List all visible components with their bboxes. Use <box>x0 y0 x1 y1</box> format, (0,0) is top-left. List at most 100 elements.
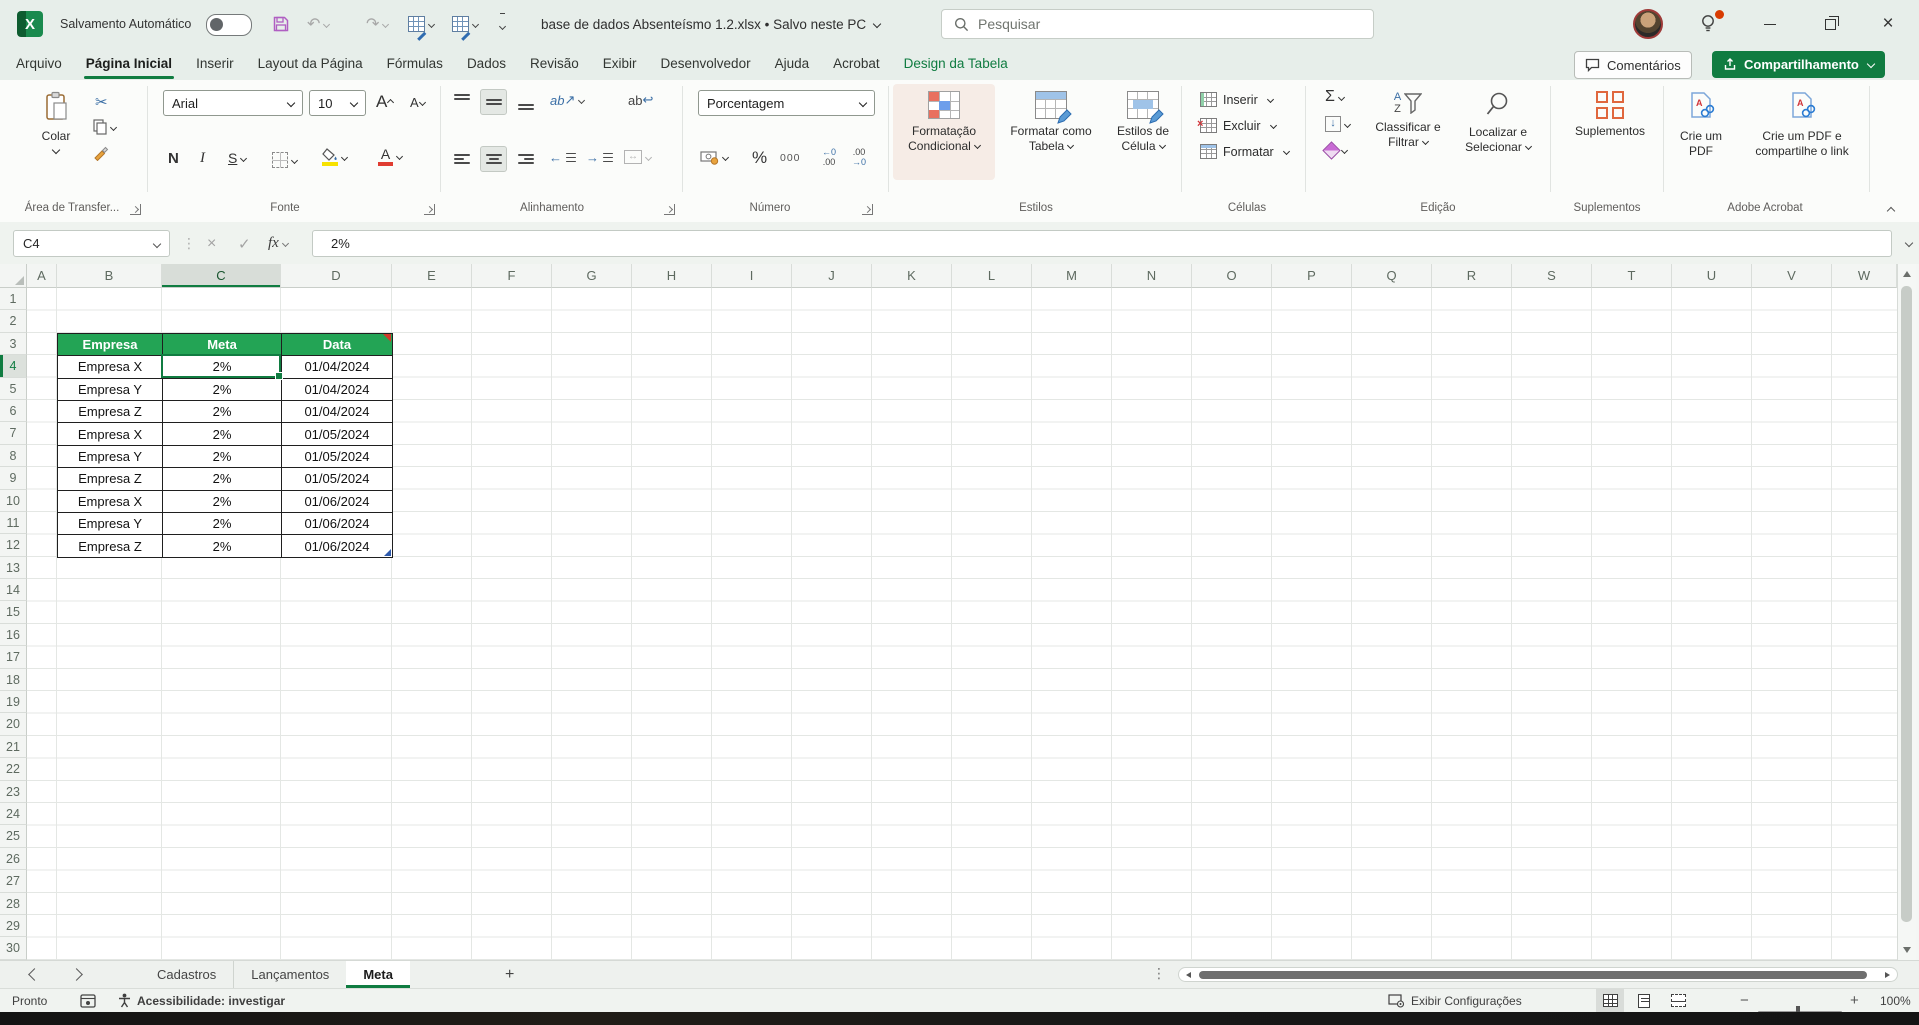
macro-record-button[interactable] <box>80 989 96 1012</box>
table-cell[interactable]: 2% <box>163 379 282 401</box>
sheet-tab-cadastros[interactable]: Cadastros <box>140 961 233 988</box>
autosave-toggle[interactable] <box>206 14 252 36</box>
copy-button[interactable] <box>93 119 116 135</box>
collapse-ribbon-icon[interactable] <box>1887 207 1895 215</box>
column-header-M[interactable]: M <box>1032 264 1112 288</box>
column-header-P[interactable]: P <box>1272 264 1352 288</box>
table-cell[interactable]: 01/06/2024 <box>282 535 393 557</box>
column-header-H[interactable]: H <box>632 264 712 288</box>
prev-sheet-icon[interactable] <box>28 968 41 981</box>
ribbon-tab-arquivo[interactable]: Arquivo <box>4 48 74 80</box>
table-cell[interactable]: 2% <box>163 513 282 535</box>
table-cell[interactable]: 2% <box>163 423 282 445</box>
page-break-view-button[interactable] <box>1664 989 1692 1012</box>
row-header-2[interactable]: 2 <box>0 310 27 332</box>
row-header-25[interactable]: 25 <box>0 825 27 847</box>
undo-dropdown-icon[interactable] <box>323 20 330 27</box>
ribbon-tab-revisão[interactable]: Revisão <box>518 48 591 80</box>
scroll-left-icon[interactable] <box>1186 972 1191 978</box>
column-header-W[interactable]: W <box>1832 264 1897 288</box>
scroll-down-icon[interactable] <box>1903 947 1911 953</box>
chevron-down-icon[interactable] <box>1283 148 1290 155</box>
table-cell[interactable]: 01/05/2024 <box>282 423 393 445</box>
autosum-button[interactable]: Σ <box>1325 88 1344 106</box>
table-cell[interactable]: 2% <box>163 446 282 468</box>
addins-button[interactable]: Suplementos <box>1562 84 1658 180</box>
delete-cells-button[interactable]: ×Excluir <box>1200 118 1276 133</box>
row-header-1[interactable]: 1 <box>0 288 27 310</box>
row-header-3[interactable]: 3 <box>0 333 27 355</box>
chevron-down-icon[interactable] <box>1267 96 1274 103</box>
cancel-entry-button[interactable]: × <box>207 230 216 257</box>
scroll-right-icon[interactable] <box>1885 972 1890 978</box>
table-cell[interactable]: Empresa Z <box>58 535 163 557</box>
chevron-down-icon[interactable] <box>282 240 289 247</box>
column-header-C[interactable]: C <box>162 264 281 288</box>
column-header-Q[interactable]: Q <box>1352 264 1432 288</box>
row-header-13[interactable]: 13 <box>0 557 27 579</box>
scroll-up-icon[interactable] <box>1903 271 1911 277</box>
chevron-down-icon[interactable] <box>578 96 585 103</box>
row-header-22[interactable]: 22 <box>0 758 27 780</box>
create-pdf-button[interactable]: A Crie um PDF <box>1670 84 1732 180</box>
selected-cell[interactable] <box>161 354 281 378</box>
ribbon-tab-design-da-tabela[interactable]: Design da Tabela <box>892 48 1020 80</box>
row-header-17[interactable]: 17 <box>0 646 27 668</box>
horizontal-scrollbar[interactable] <box>1178 967 1898 982</box>
dropdown-icon[interactable] <box>472 20 479 27</box>
grow-font-button[interactable]: A <box>376 92 393 112</box>
format-cells-button[interactable]: Formatar <box>1200 144 1289 159</box>
excel-logo-icon[interactable]: X <box>17 11 43 37</box>
row-header-29[interactable]: 29 <box>0 915 27 937</box>
table-resize-handle[interactable] <box>384 549 391 556</box>
cell-styles-button[interactable]: Estilos de Célula <box>1106 84 1180 180</box>
tab-splitter-handle[interactable]: ⋮ <box>1152 965 1166 982</box>
font-name-select[interactable]: Arial <box>163 90 303 116</box>
column-header-J[interactable]: J <box>792 264 872 288</box>
name-box[interactable]: C4 <box>13 230 170 257</box>
row-header-27[interactable]: 27 <box>0 870 27 892</box>
row-header-30[interactable]: 30 <box>0 937 27 959</box>
namebox-drag-handle[interactable]: ⋮ <box>182 230 196 257</box>
find-select-button[interactable]: Localizar e Selecionar <box>1452 84 1544 180</box>
ribbon-tab-layout-da-página[interactable]: Layout da Página <box>246 48 375 80</box>
font-color-button[interactable]: A <box>378 146 402 166</box>
share-button[interactable]: Compartilhamento <box>1712 51 1885 78</box>
row-header-12[interactable]: 12 <box>0 534 27 556</box>
table-header-cell[interactable]: Data <box>282 334 393 356</box>
table-cell[interactable]: 2% <box>163 401 282 423</box>
column-header-T[interactable]: T <box>1592 264 1672 288</box>
chevron-down-icon[interactable] <box>240 154 247 161</box>
table-cell[interactable]: 01/06/2024 <box>282 513 393 535</box>
row-header-24[interactable]: 24 <box>0 803 27 825</box>
row-header-9[interactable]: 9 <box>0 467 27 489</box>
table-cell[interactable]: 01/06/2024 <box>282 491 393 513</box>
column-header-I[interactable]: I <box>712 264 792 288</box>
align-center-button[interactable] <box>480 146 507 172</box>
chevron-down-icon[interactable] <box>1344 120 1351 127</box>
expand-formula-bar-icon[interactable] <box>1905 239 1913 247</box>
percent-style-button[interactable]: % <box>752 148 767 168</box>
fill-button[interactable]: ↓ <box>1325 116 1350 132</box>
zoom-in-button[interactable]: + <box>1850 989 1859 1012</box>
chevron-down-icon[interactable] <box>291 156 298 163</box>
row-header-26[interactable]: 26 <box>0 848 27 870</box>
undo-button[interactable]: ↶ <box>307 0 329 48</box>
format-as-table-button[interactable]: Formatar como Tabela <box>998 84 1104 180</box>
row-header-7[interactable]: 7 <box>0 422 27 444</box>
ribbon-tab-desenvolvedor[interactable]: Desenvolvedor <box>649 48 763 80</box>
formula-input[interactable]: 2% <box>312 230 1892 257</box>
zoom-out-button[interactable]: − <box>1740 989 1749 1012</box>
row-header-20[interactable]: 20 <box>0 713 27 735</box>
chevron-down-icon[interactable] <box>1341 147 1348 154</box>
table-cell[interactable]: 01/05/2024 <box>282 468 393 490</box>
accessibility-status[interactable]: Acessibilidade: investigar <box>118 989 285 1012</box>
merge-center-button[interactable]: ↔ <box>624 150 651 164</box>
search-input[interactable]: Pesquisar <box>941 9 1374 39</box>
table-cell[interactable]: Empresa Y <box>58 446 163 468</box>
restore-button[interactable] <box>1808 0 1852 48</box>
ribbon-tab-exibir[interactable]: Exibir <box>591 48 649 80</box>
insert-function-button[interactable]: fx <box>268 230 288 257</box>
fill-color-button[interactable] <box>322 148 347 166</box>
table-cell[interactable]: Empresa Y <box>58 379 163 401</box>
